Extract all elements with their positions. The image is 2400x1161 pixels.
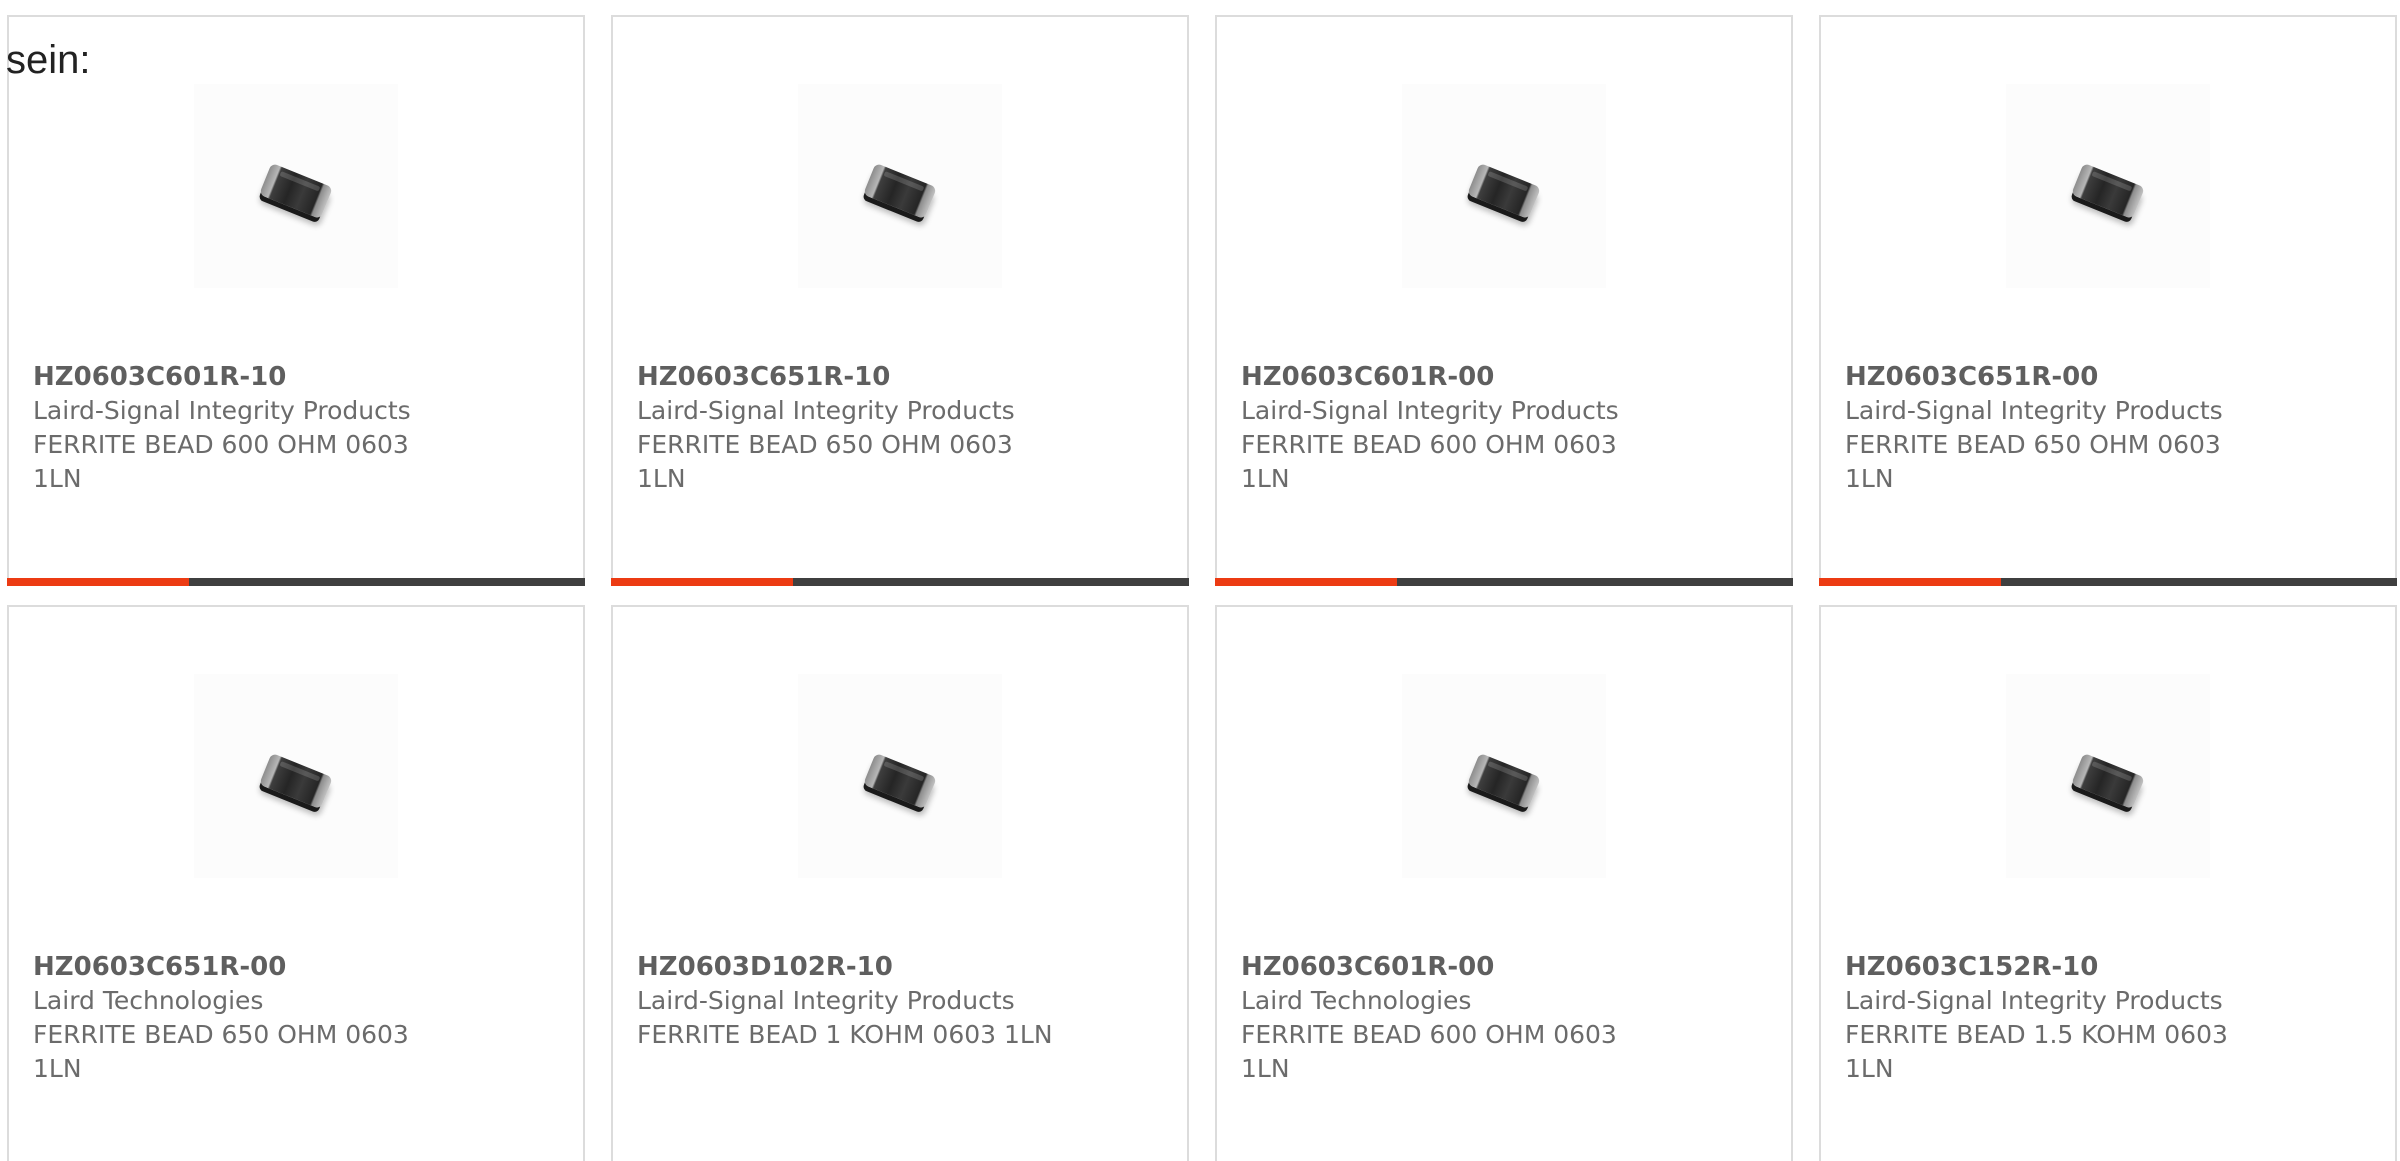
part-number-link[interactable]: HZ0603C651R-00 (1845, 360, 2375, 394)
product-card[interactable]: HZ0603C651R-10 Laird-Signal Integrity Pr… (611, 15, 1189, 586)
manufacturer-name: Laird-Signal Integrity Products (1845, 396, 2223, 425)
ferrite-bead-chip-icon (1467, 162, 1541, 220)
manufacturer-name: Laird Technologies (1241, 986, 1472, 1015)
manufacturer-name: Laird-Signal Integrity Products (637, 396, 1015, 425)
part-number-link[interactable]: HZ0603D102R-10 (637, 950, 1167, 984)
product-image[interactable] (194, 84, 398, 288)
product-description: FERRITE BEAD 600 OHM 0603 1LN (1241, 430, 1617, 493)
product-image[interactable] (2006, 84, 2210, 288)
ferrite-bead-chip-icon (259, 162, 333, 220)
page-heading: sein: (6, 38, 91, 82)
product-description: FERRITE BEAD 600 OHM 0603 1LN (1241, 1020, 1617, 1083)
product-image[interactable] (2006, 674, 2210, 878)
ferrite-bead-chip-icon (1467, 752, 1541, 810)
card-progress-bar (1819, 578, 2397, 586)
product-card[interactable]: HZ0603C601R-10 Laird-Signal Integrity Pr… (7, 15, 585, 586)
product-image[interactable] (1402, 674, 1606, 878)
card-progress-bar (611, 578, 1189, 586)
product-card[interactable]: HZ0603D102R-10 Laird-Signal Integrity Pr… (611, 605, 1189, 1161)
product-info: HZ0603C651R-00 Laird-Signal Integrity Pr… (1845, 360, 2375, 496)
product-info: HZ0603C651R-00 Laird Technologies FERRIT… (33, 950, 563, 1086)
product-description: FERRITE BEAD 650 OHM 0603 1LN (637, 430, 1013, 493)
product-description: FERRITE BEAD 1.5 KOHM 0603 1LN (1845, 1020, 2228, 1083)
card-progress-fill (7, 578, 190, 586)
product-card[interactable]: HZ0603C601R-00 Laird-Signal Integrity Pr… (1215, 15, 1793, 586)
product-image[interactable] (798, 674, 1002, 878)
manufacturer-name: Laird-Signal Integrity Products (1241, 396, 1619, 425)
product-card[interactable]: HZ0603C601R-00 Laird Technologies FERRIT… (1215, 605, 1793, 1161)
product-grid-page: sein: HZ0603C601R-10 Laird-Signal Integr… (0, 0, 2400, 1161)
ferrite-bead-chip-icon (2071, 162, 2145, 220)
product-image[interactable] (1402, 84, 1606, 288)
product-description: FERRITE BEAD 1 KOHM 0603 1LN (637, 1020, 1053, 1049)
product-image[interactable] (798, 84, 1002, 288)
ferrite-bead-chip-icon (863, 752, 937, 810)
part-number-link[interactable]: HZ0603C601R-00 (1241, 950, 1771, 984)
ferrite-bead-chip-icon (259, 752, 333, 810)
part-number-link[interactable]: HZ0603C601R-00 (1241, 360, 1771, 394)
manufacturer-name: Laird-Signal Integrity Products (1845, 986, 2223, 1015)
part-number-link[interactable]: HZ0603C601R-10 (33, 360, 563, 394)
product-description: FERRITE BEAD 650 OHM 0603 1LN (33, 1020, 409, 1083)
card-progress-fill (611, 578, 794, 586)
manufacturer-name: Laird-Signal Integrity Products (33, 396, 411, 425)
product-card[interactable]: HZ0603C651R-00 Laird-Signal Integrity Pr… (1819, 15, 2397, 586)
card-progress-fill (1215, 578, 1398, 586)
manufacturer-name: Laird-Signal Integrity Products (637, 986, 1015, 1015)
ferrite-bead-chip-icon (863, 162, 937, 220)
part-number-link[interactable]: HZ0603C152R-10 (1845, 950, 2375, 984)
product-info: HZ0603C152R-10 Laird-Signal Integrity Pr… (1845, 950, 2375, 1086)
product-info: HZ0603C601R-00 Laird Technologies FERRIT… (1241, 950, 1771, 1086)
product-card[interactable]: HZ0603C152R-10 Laird-Signal Integrity Pr… (1819, 605, 2397, 1161)
card-progress-bar (1215, 578, 1793, 586)
product-image[interactable] (194, 674, 398, 878)
card-progress-fill (1819, 578, 2002, 586)
manufacturer-name: Laird Technologies (33, 986, 264, 1015)
product-info: HZ0603C651R-10 Laird-Signal Integrity Pr… (637, 360, 1167, 496)
part-number-link[interactable]: HZ0603C651R-10 (637, 360, 1167, 394)
ferrite-bead-chip-icon (2071, 752, 2145, 810)
product-info: HZ0603D102R-10 Laird-Signal Integrity Pr… (637, 950, 1167, 1052)
product-info: HZ0603C601R-00 Laird-Signal Integrity Pr… (1241, 360, 1771, 496)
card-progress-bar (7, 578, 585, 586)
product-card[interactable]: HZ0603C651R-00 Laird Technologies FERRIT… (7, 605, 585, 1161)
part-number-link[interactable]: HZ0603C651R-00 (33, 950, 563, 984)
product-description: FERRITE BEAD 650 OHM 0603 1LN (1845, 430, 2221, 493)
product-description: FERRITE BEAD 600 OHM 0603 1LN (33, 430, 409, 493)
product-info: HZ0603C601R-10 Laird-Signal Integrity Pr… (33, 360, 563, 496)
